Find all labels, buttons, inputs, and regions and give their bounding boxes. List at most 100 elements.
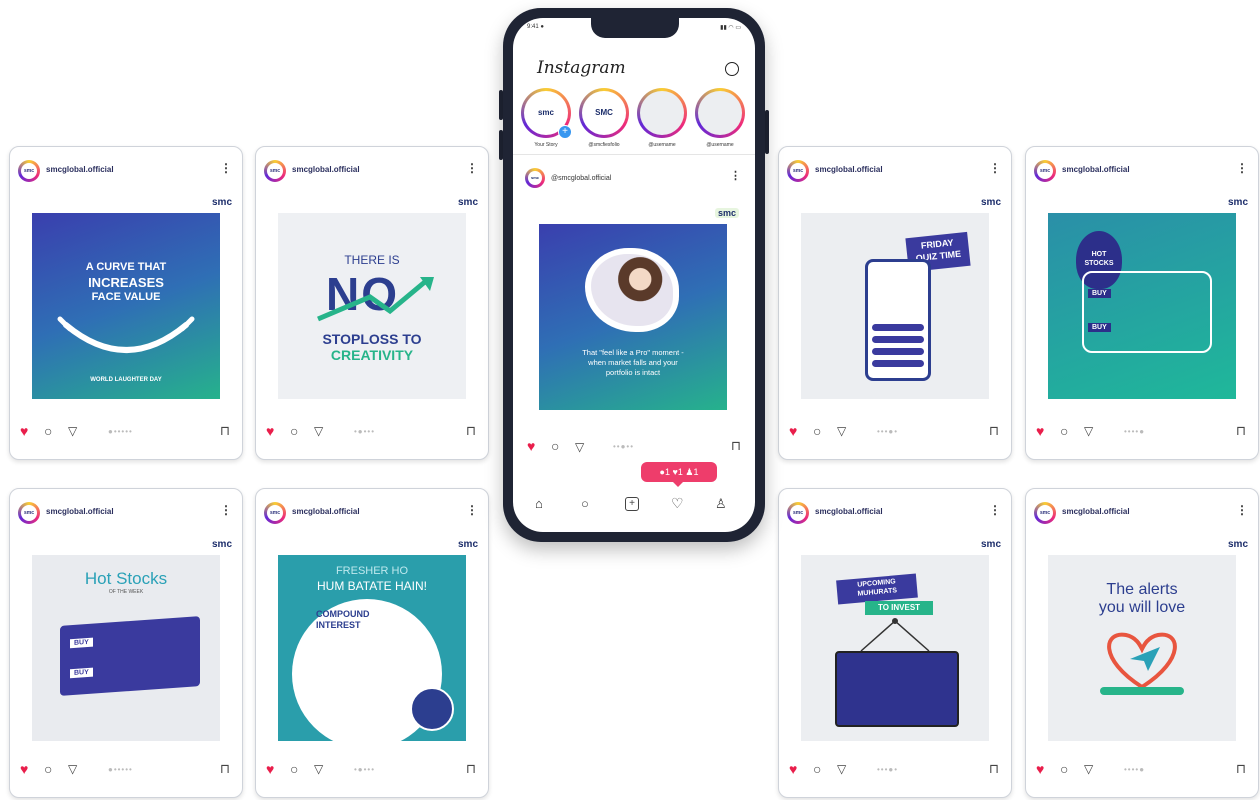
heart-icon[interactable]: ♥ bbox=[789, 423, 797, 439]
avatar[interactable]: smc bbox=[787, 160, 809, 182]
comment-icon[interactable]: ○ bbox=[290, 423, 298, 439]
post-image[interactable]: That "feel like a Pro" moment - when mar… bbox=[539, 224, 727, 410]
bookmark-icon[interactable]: ⊓ bbox=[466, 423, 476, 439]
post-image[interactable]: HOT STOCKS BUY BUY bbox=[1048, 213, 1236, 399]
post-image[interactable]: The alerts you will love bbox=[1048, 555, 1236, 741]
heart-icon[interactable]: ♥ bbox=[1036, 423, 1044, 439]
comment-icon[interactable]: ○ bbox=[1060, 761, 1068, 777]
avatar[interactable]: smc bbox=[264, 502, 286, 524]
post-card-6[interactable]: smc smcglobal.official ⋮ smc FRESHER HO … bbox=[255, 488, 489, 798]
avatar[interactable]: smc bbox=[1034, 160, 1056, 182]
bookmark-icon[interactable]: ⊓ bbox=[989, 423, 999, 439]
heart-icon[interactable]: ♥ bbox=[1036, 761, 1044, 777]
share-icon[interactable]: ▽ bbox=[1084, 423, 1093, 439]
comment-icon[interactable]: ○ bbox=[813, 423, 821, 439]
add-post-icon[interactable]: + bbox=[625, 497, 639, 511]
post-text-2: STOCKS bbox=[1084, 260, 1114, 267]
story-1[interactable]: smc + bbox=[521, 88, 572, 139]
comment-icon[interactable]: ○ bbox=[290, 761, 298, 777]
share-icon[interactable]: ▽ bbox=[68, 761, 77, 777]
post-image[interactable]: FRIDAY QUIZ TIME bbox=[801, 213, 989, 399]
comment-icon[interactable]: ○ bbox=[44, 423, 52, 439]
post-handle[interactable]: smcglobal.official bbox=[46, 165, 114, 174]
share-icon[interactable]: ▽ bbox=[575, 439, 584, 455]
post-handle[interactable]: smcglobal.official bbox=[1062, 507, 1130, 516]
more-options-icon[interactable]: ⋮ bbox=[466, 504, 478, 516]
heart-icon[interactable]: ♥ bbox=[20, 423, 28, 439]
bookmark-icon[interactable]: ⊓ bbox=[731, 438, 741, 454]
post-card-5[interactable]: smc smcglobal.official ⋮ smc Hot Stocks … bbox=[9, 488, 243, 798]
avatar[interactable]: smc bbox=[264, 160, 286, 182]
post-card-4[interactable]: smc smcglobal.official ⋮ smc HOT STOCKS … bbox=[1025, 146, 1259, 460]
more-options-icon[interactable]: ⋮ bbox=[989, 162, 1001, 174]
avatar[interactable]: smc bbox=[787, 502, 809, 524]
more-options-icon[interactable]: ⋮ bbox=[1236, 504, 1248, 516]
more-options-icon[interactable]: ⋮ bbox=[989, 504, 1001, 516]
heart-icon[interactable]: ♥ bbox=[266, 423, 274, 439]
activity-notification-badge[interactable]: ●1 ♥1 ♟1 bbox=[641, 462, 717, 482]
profile-icon[interactable]: ♙ bbox=[715, 496, 727, 512]
comment-icon[interactable]: ○ bbox=[551, 438, 559, 454]
post-image[interactable]: Hot Stocks OF THE WEEK BUY BUY bbox=[32, 555, 220, 741]
more-options-icon[interactable]: ⋮ bbox=[220, 504, 232, 516]
post-handle[interactable]: smcglobal.official bbox=[292, 165, 360, 174]
story-3[interactable] bbox=[637, 88, 687, 138]
bookmark-icon[interactable]: ⊓ bbox=[220, 423, 230, 439]
post-image[interactable]: FRESHER HO HUM BATATE HAIN! COMPOUND INT… bbox=[278, 555, 466, 741]
post-footnote: WORLD LAUGHTER DAY bbox=[90, 377, 162, 383]
post-card-1[interactable]: smc smcglobal.official ⋮ smc A CURVE THA… bbox=[9, 146, 243, 460]
post-handle[interactable]: smcglobal.official bbox=[815, 165, 883, 174]
post-card-3[interactable]: smc smcglobal.official ⋮ smc FRIDAY QUIZ… bbox=[778, 146, 1012, 460]
post-card-2[interactable]: smc smcglobal.official ⋮ smc THERE IS NO… bbox=[255, 146, 489, 460]
carousel-dots: ••••● bbox=[1124, 765, 1146, 774]
activity-heart-icon[interactable]: ♡ bbox=[671, 495, 684, 512]
more-options-icon[interactable]: ⋮ bbox=[730, 171, 741, 182]
bookmark-icon[interactable]: ⊓ bbox=[1236, 761, 1246, 777]
heart-icon[interactable]: ♥ bbox=[789, 761, 797, 777]
post-actions: ♥ ○ ▽ •••●• ⊓ bbox=[779, 423, 1011, 449]
comment-icon[interactable]: ○ bbox=[813, 761, 821, 777]
badge-pointer bbox=[673, 482, 683, 487]
post-handle[interactable]: smcglobal.official bbox=[1062, 165, 1130, 174]
post-image[interactable]: A CURVE THAT INCREASES FACE VALUE WORLD … bbox=[32, 213, 220, 399]
bookmark-icon[interactable]: ⊓ bbox=[1236, 423, 1246, 439]
share-icon[interactable]: ▽ bbox=[314, 761, 323, 777]
share-icon[interactable]: ▽ bbox=[1084, 761, 1093, 777]
comment-icon[interactable]: ○ bbox=[1060, 423, 1068, 439]
post-handle[interactable]: smcglobal.official bbox=[815, 507, 883, 516]
heart-icon[interactable]: ♥ bbox=[527, 438, 535, 454]
bookmark-icon[interactable]: ⊓ bbox=[989, 761, 999, 777]
post-handle[interactable]: smcglobal.official bbox=[46, 507, 114, 516]
post-actions: ♥ ○ ▽ ●••••• ⊓ bbox=[10, 761, 242, 787]
share-icon[interactable]: ▽ bbox=[68, 423, 77, 439]
heart-icon[interactable]: ♥ bbox=[20, 761, 28, 777]
avatar-logo: smc bbox=[528, 171, 542, 185]
messenger-icon[interactable] bbox=[725, 62, 739, 76]
post-image[interactable]: THERE IS NO STOPLOSS TO CREATIVITY bbox=[278, 213, 466, 399]
comment-icon[interactable]: ○ bbox=[44, 761, 52, 777]
share-icon[interactable]: ▽ bbox=[837, 761, 846, 777]
avatar[interactable]: smc bbox=[18, 502, 40, 524]
buy-badge: BUY bbox=[1088, 289, 1111, 298]
more-options-icon[interactable]: ⋮ bbox=[466, 162, 478, 174]
story-4[interactable] bbox=[695, 88, 745, 138]
story-2[interactable]: SMC bbox=[579, 88, 629, 138]
bookmark-icon[interactable]: ⊓ bbox=[466, 761, 476, 777]
post-card-7[interactable]: smc smcglobal.official ⋮ smc UPCOMING MU… bbox=[778, 488, 1012, 798]
more-options-icon[interactable]: ⋮ bbox=[220, 162, 232, 174]
bookmark-icon[interactable]: ⊓ bbox=[220, 761, 230, 777]
search-icon[interactable]: ○ bbox=[581, 496, 589, 511]
avatar[interactable]: smc bbox=[525, 168, 545, 188]
heart-icon[interactable]: ♥ bbox=[266, 761, 274, 777]
avatar[interactable]: smc bbox=[1034, 502, 1056, 524]
post-handle[interactable]: @smcglobal.official bbox=[551, 175, 611, 182]
post-handle[interactable]: smcglobal.official bbox=[292, 507, 360, 516]
more-options-icon[interactable]: ⋮ bbox=[1236, 162, 1248, 174]
post-card-8[interactable]: smc smcglobal.official ⋮ smc The alerts … bbox=[1025, 488, 1259, 798]
avatar[interactable]: smc bbox=[18, 160, 40, 182]
post-image[interactable]: UPCOMING MUHURATS TO INVEST bbox=[801, 555, 989, 741]
home-icon[interactable]: ⌂ bbox=[535, 496, 543, 511]
share-icon[interactable]: ▽ bbox=[837, 423, 846, 439]
share-icon[interactable]: ▽ bbox=[314, 423, 323, 439]
add-story-icon[interactable]: + bbox=[558, 125, 572, 139]
